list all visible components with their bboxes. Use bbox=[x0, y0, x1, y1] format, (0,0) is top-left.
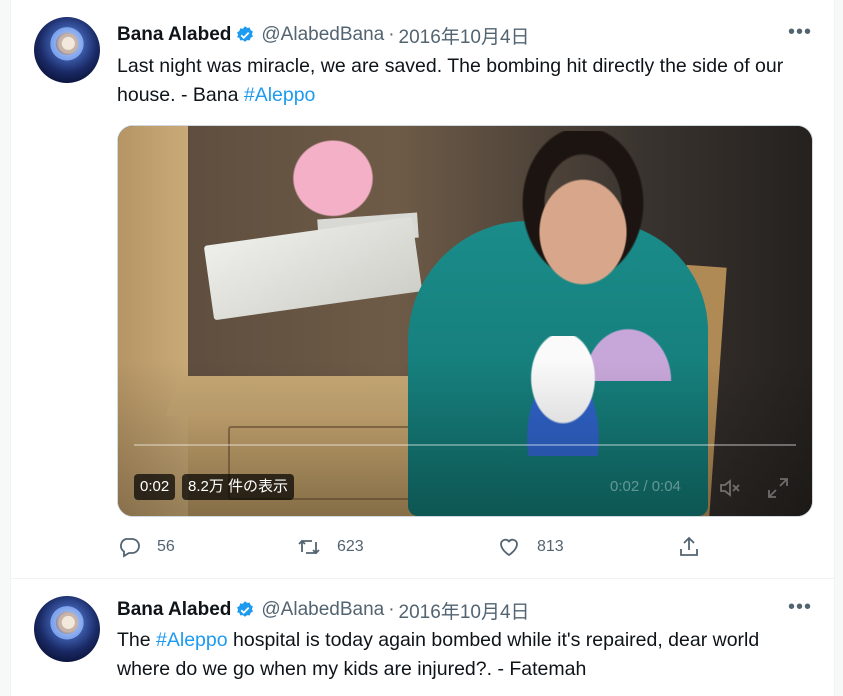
share-icon bbox=[680, 536, 698, 556]
more-icon[interactable]: ••• bbox=[788, 597, 811, 622]
author-handle[interactable]: @AlabedBana bbox=[261, 599, 384, 621]
video-frame bbox=[118, 126, 812, 516]
author-name[interactable]: Bana Alabed bbox=[117, 599, 231, 621]
retweet-count: 623 bbox=[337, 538, 364, 555]
retweet-icon bbox=[298, 539, 320, 555]
tweet-text: Last night was miracle, we are saved. Th… bbox=[117, 52, 807, 110]
separator-dot: · bbox=[388, 599, 395, 620]
reply-button[interactable]: 56 bbox=[117, 532, 175, 562]
verified-badge-icon bbox=[237, 601, 254, 617]
video-time-badge: 0:02 bbox=[134, 474, 176, 500]
avatar[interactable] bbox=[34, 17, 100, 83]
video-progress-bar[interactable] bbox=[134, 444, 796, 446]
share-button[interactable] bbox=[677, 532, 717, 562]
retweet-button[interactable]: 623 bbox=[297, 532, 364, 562]
mute-icon[interactable] bbox=[718, 476, 742, 500]
tweet-date[interactable]: 2016年10月4日 bbox=[399, 22, 530, 49]
hashtag-link[interactable]: #Aleppo bbox=[244, 84, 316, 106]
like-count: 813 bbox=[537, 538, 564, 555]
tweet[interactable]: Bana Alabed @AlabedBana · 2016年10月4日 •••… bbox=[10, 579, 835, 696]
tweet-header: Bana Alabed @AlabedBana · 2016年10月4日 bbox=[117, 596, 530, 624]
like-icon bbox=[500, 538, 518, 557]
more-icon[interactable]: ••• bbox=[788, 22, 811, 47]
separator-dot: · bbox=[388, 24, 395, 45]
tweet-text: The #Aleppo hospital is today again bomb… bbox=[117, 626, 807, 684]
fullscreen-icon[interactable] bbox=[766, 476, 790, 500]
tweet-actions: 56 623 813 bbox=[117, 532, 717, 562]
reply-count: 56 bbox=[157, 538, 175, 555]
reply-icon bbox=[120, 538, 140, 558]
tweet-text-body: Last night was miracle, we are saved. Th… bbox=[117, 55, 784, 106]
video-player[interactable]: 0:02 8.2万 件の表示 0:02 / 0:04 bbox=[117, 125, 813, 517]
verified-badge-icon bbox=[237, 26, 254, 42]
author-handle[interactable]: @AlabedBana bbox=[261, 24, 384, 46]
video-views-badge: 8.2万 件の表示 bbox=[182, 474, 295, 500]
avatar[interactable] bbox=[34, 596, 100, 662]
tweet-header: Bana Alabed @AlabedBana · 2016年10月4日 bbox=[117, 21, 530, 49]
video-position: 0:02 / 0:04 bbox=[610, 478, 681, 495]
hashtag-link[interactable]: #Aleppo bbox=[156, 629, 228, 651]
like-button[interactable]: 813 bbox=[497, 532, 564, 562]
tweet-text-body: The bbox=[117, 629, 157, 651]
author-name[interactable]: Bana Alabed bbox=[117, 24, 231, 46]
tweet-date[interactable]: 2016年10月4日 bbox=[399, 597, 530, 624]
tweet[interactable]: Bana Alabed @AlabedBana · 2016年10月4日 •••… bbox=[10, 0, 835, 579]
